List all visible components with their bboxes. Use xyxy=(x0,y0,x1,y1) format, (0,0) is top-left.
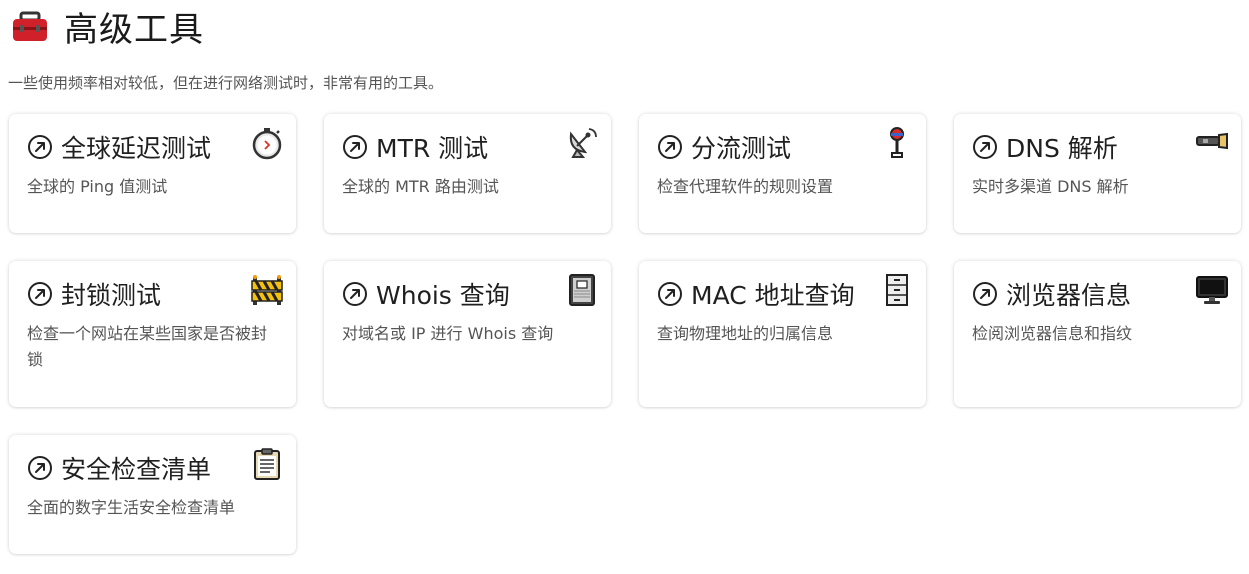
tool-card-security-checklist[interactable]: 安全检查清单 全面的数字生活安全检查清单 xyxy=(9,435,296,554)
round-pushpin-icon xyxy=(890,127,904,158)
arrow-up-right-circle-icon xyxy=(658,135,682,159)
tool-card-routing-test[interactable]: 分流测试 检查代理软件的规则设置 xyxy=(639,114,926,233)
construction-barrier-icon xyxy=(251,275,283,305)
card-title: 全球延迟测试 xyxy=(61,134,212,163)
tool-card-browser-info[interactable]: 浏览器信息 检阅浏览器信息和指纹 xyxy=(954,261,1241,407)
card-title: Whois 查询 xyxy=(376,281,510,310)
arrow-up-right-circle-icon xyxy=(658,282,682,306)
arrow-up-right-circle-icon xyxy=(343,282,367,306)
arrow-up-right-circle-icon xyxy=(28,282,52,306)
arrow-up-right-circle-icon xyxy=(28,456,52,480)
card-title: 封锁测试 xyxy=(61,281,162,310)
card-description: 实时多渠道 DNS 解析 xyxy=(972,177,1129,196)
tool-card-mtr[interactable]: MTR 测试 全球的 MTR 路由测试 xyxy=(324,114,611,233)
card-description: 检查一个网站在某些国家是否被封锁 xyxy=(27,324,268,369)
flashlight-icon xyxy=(1196,132,1228,150)
card-description: 检阅浏览器信息和指纹 xyxy=(972,324,1133,343)
toolbox-icon xyxy=(13,11,47,41)
card-title: 分流测试 xyxy=(691,134,792,163)
arrow-up-right-circle-icon xyxy=(28,135,52,159)
satellite-dish-icon xyxy=(569,128,597,158)
card-title: 安全检查清单 xyxy=(61,455,212,484)
tool-card-dns[interactable]: DNS 解析 实时多渠道 DNS 解析 xyxy=(954,114,1241,233)
card-description: 全面的数字生活安全检查清单 xyxy=(27,498,236,517)
tool-card-global-latency[interactable]: 全球延迟测试 全球的 Ping 值测试 xyxy=(9,114,296,233)
tool-card-whois[interactable]: Whois 查询 对域名或 IP 进行 Whois 查询 xyxy=(324,261,611,407)
card-title: MTR 测试 xyxy=(376,134,489,163)
card-title: MAC 地址查询 xyxy=(691,281,855,310)
tool-card-censorship[interactable]: 封锁测试 检查一个网站在某些国家是否被封锁 xyxy=(9,261,296,407)
tool-card-mac-lookup[interactable]: MAC 地址查询 查询物理地址的归属信息 xyxy=(639,261,926,407)
page-subtitle: 一些使用频率相对较低，但在进行网络测试时，非常有用的工具。 xyxy=(8,74,444,92)
arrow-up-right-circle-icon xyxy=(343,135,367,159)
page-title: 高级工具 xyxy=(64,9,204,50)
arrow-up-right-circle-icon xyxy=(973,282,997,306)
file-cabinet-icon xyxy=(886,274,908,306)
notebook-icon xyxy=(569,274,595,306)
card-title: 浏览器信息 xyxy=(1006,281,1132,310)
desktop-computer-icon xyxy=(1196,276,1228,304)
card-title: DNS 解析 xyxy=(1006,134,1118,163)
card-description: 检查代理软件的规则设置 xyxy=(657,177,834,196)
card-description: 查询物理地址的归属信息 xyxy=(657,324,834,343)
card-description: 全球的 Ping 值测试 xyxy=(27,177,168,196)
page-header: 高级工具 xyxy=(10,4,204,50)
arrow-up-right-circle-icon xyxy=(973,135,997,159)
clipboard-icon xyxy=(254,448,280,480)
card-description: 全球的 MTR 路由测试 xyxy=(342,177,499,196)
card-description: 对域名或 IP 进行 Whois 查询 xyxy=(342,324,554,343)
stopwatch-icon xyxy=(252,128,282,160)
